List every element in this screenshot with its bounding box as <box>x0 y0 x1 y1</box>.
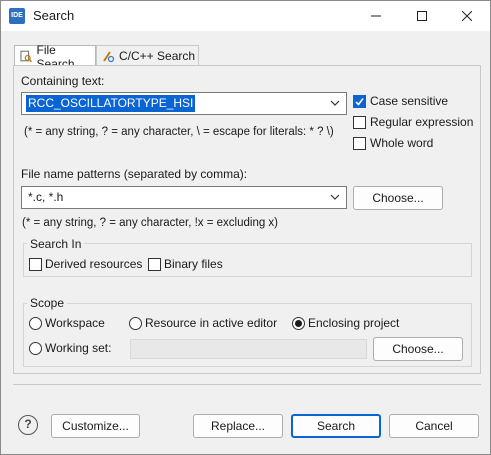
chevron-down-icon <box>330 100 340 106</box>
close-button[interactable] <box>444 1 490 31</box>
containing-text-hint: (* = any string, ? = any character, \ = … <box>24 126 334 138</box>
tab-file-search[interactable]: File Search <box>14 43 96 71</box>
scope-title: Scope <box>27 296 68 310</box>
binary-files-checkbox[interactable] <box>148 258 161 271</box>
case-sensitive-label: Case sensitive <box>370 94 449 108</box>
maximize-button[interactable] <box>399 1 445 31</box>
choose-working-set-button[interactable]: Choose... <box>373 337 463 361</box>
maximize-icon <box>417 11 427 21</box>
help-icon[interactable]: ? <box>18 415 38 435</box>
workspace-label: Workspace <box>45 316 105 330</box>
replace-button[interactable]: Replace... <box>193 414 283 438</box>
file-search-icon <box>20 50 33 63</box>
search-dialog: IDE Search File Search C/C++ Search Cont… <box>0 0 491 455</box>
customize-button[interactable]: Customize... <box>51 414 140 438</box>
working-set-label: Working set: <box>45 341 112 355</box>
search-button[interactable]: Search <box>291 414 381 438</box>
enclosing-project-label: Enclosing project <box>308 316 400 330</box>
title-bar: IDE Search <box>1 1 490 31</box>
footer-separator <box>13 384 481 385</box>
regular-expression-label: Regular expression <box>370 115 474 129</box>
cancel-button[interactable]: Cancel <box>389 414 479 438</box>
regular-expression-checkbox[interactable] <box>353 116 366 129</box>
search-in-title: Search In <box>27 237 85 251</box>
minimize-icon <box>371 15 381 17</box>
window-title: Search <box>33 8 75 23</box>
containing-text-combo[interactable]: RCC_OSCILLATORTYPE_HSI <box>21 92 347 115</box>
resource-in-editor-label: Resource in active editor <box>145 316 278 330</box>
containing-text-label: Containing text: <box>21 74 105 88</box>
working-set-radio[interactable] <box>29 342 42 355</box>
case-sensitive-checkbox[interactable] <box>353 95 366 108</box>
tab-cpp-search-label: C/C++ Search <box>119 49 196 63</box>
file-patterns-hint: (* = any string, ? = any character, !x =… <box>22 217 279 229</box>
derived-resources-label: Derived resources <box>45 257 143 271</box>
enclosing-project-radio[interactable] <box>292 317 305 330</box>
workspace-radio[interactable] <box>29 317 42 330</box>
whole-word-label: Whole word <box>370 136 434 150</box>
whole-word-checkbox[interactable] <box>353 137 366 150</box>
choose-file-patterns-button[interactable]: Choose... <box>353 186 443 210</box>
minimize-button[interactable] <box>353 1 399 31</box>
cpp-search-icon <box>103 50 115 62</box>
containing-text-value: RCC_OSCILLATORTYPE_HSI <box>26 95 196 112</box>
file-patterns-label: File name patterns (separated by comma): <box>21 167 248 181</box>
derived-resources-checkbox[interactable] <box>29 258 42 271</box>
working-set-field <box>130 339 367 359</box>
checkmark-icon <box>355 98 364 106</box>
file-patterns-value: *.c, *.h <box>28 190 64 204</box>
chevron-down-icon <box>330 194 340 200</box>
ide-app-icon: IDE <box>9 8 25 24</box>
close-icon <box>462 11 472 21</box>
binary-files-label: Binary files <box>164 257 223 271</box>
tab-cpp-search[interactable]: C/C++ Search <box>96 45 199 66</box>
file-patterns-combo[interactable]: *.c, *.h <box>21 186 347 209</box>
resource-in-editor-radio[interactable] <box>129 317 142 330</box>
